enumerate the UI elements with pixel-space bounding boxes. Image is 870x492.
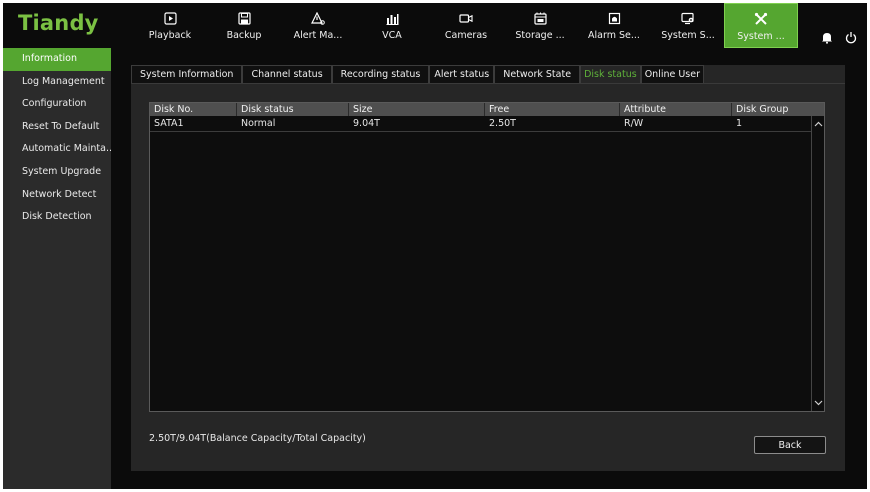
nav-cameras[interactable]: Cameras: [429, 3, 503, 48]
nav-label: Playback: [148, 30, 192, 41]
tab-channel-status[interactable]: Channel status: [242, 65, 332, 83]
tab-alert-status[interactable]: Alert status: [429, 65, 495, 83]
cell-disk-group: 1: [736, 118, 743, 129]
tab-system-information[interactable]: System Information: [131, 65, 243, 83]
cell-attribute: R/W: [624, 118, 644, 129]
sidebar-item-system-upgrade[interactable]: System Upgrade: [3, 161, 111, 184]
playback-icon: [163, 11, 177, 25]
nav-label: Alarm Se...: [588, 30, 640, 41]
nav-backup[interactable]: Backup: [207, 3, 281, 48]
sidebar-item-disk-detection[interactable]: Disk Detection: [3, 206, 111, 229]
nav-label: System S...: [661, 30, 715, 41]
nav-system-maintenance[interactable]: System ...: [724, 3, 798, 48]
sidebar-item-log-management[interactable]: Log Management: [3, 71, 111, 94]
sidebar-item-reset-to-default[interactable]: Reset To Default: [3, 116, 111, 139]
main-panel: System Information Channel status Record…: [131, 65, 845, 471]
tab-recording-status[interactable]: Recording status: [331, 65, 430, 83]
power-icon[interactable]: [845, 31, 857, 47]
cell-disk-status: Normal: [241, 118, 276, 129]
nav-alert-management[interactable]: Alert Ma...: [281, 3, 355, 48]
tools-icon: [754, 12, 768, 26]
top-nav: Playback Backup Alert Ma... VCA Cameras: [133, 3, 798, 48]
tab-online-user[interactable]: Online User: [640, 65, 705, 83]
nav-playback[interactable]: Playback: [133, 3, 207, 48]
scroll-up-icon[interactable]: [812, 118, 824, 130]
capacity-summary: 2.50T/9.04T(Balance Capacity/Total Capac…: [149, 433, 366, 444]
nav-label: Alert Ma...: [293, 30, 343, 41]
sidebar-item-configuration[interactable]: Configuration: [3, 93, 111, 116]
tab-bar: System Information Channel status Record…: [131, 65, 705, 83]
sidebar-item-automatic-maintenance[interactable]: Automatic Mainta...: [3, 138, 111, 161]
sidebar: Information Log Management Configuration…: [3, 48, 111, 489]
storage-icon: [533, 11, 547, 25]
sidebar-item-information[interactable]: Information: [3, 48, 111, 71]
top-right-tools: [821, 31, 857, 47]
sidebar-item-network-detect[interactable]: Network Detect: [3, 184, 111, 207]
back-button[interactable]: Back: [754, 436, 826, 454]
column-header-disk-no[interactable]: Disk No.: [150, 103, 237, 116]
nav-label: Backup: [226, 30, 262, 41]
camera-icon: [459, 11, 473, 25]
cell-free: 2.50T: [489, 118, 516, 129]
column-header-disk-status[interactable]: Disk status: [237, 103, 349, 116]
nav-alarm-settings[interactable]: Alarm Se...: [577, 3, 651, 48]
nav-storage[interactable]: Storage ...: [503, 3, 577, 48]
column-header-attribute[interactable]: Attribute: [620, 103, 732, 116]
disk-table: Disk No. Disk status Size Free Attribute…: [149, 102, 825, 412]
column-header-free[interactable]: Free: [485, 103, 620, 116]
column-header-disk-group[interactable]: Disk Group: [732, 103, 824, 116]
tab-disk-status[interactable]: Disk status: [580, 65, 641, 83]
table-row[interactable]: SATA1 Normal 9.04T 2.50T R/W 1: [150, 116, 812, 132]
cell-size: 9.04T: [353, 118, 380, 129]
cell-disk-no: SATA1: [154, 118, 184, 129]
app-window: Tiandy Playback Backup Alert Ma... VCA C…: [3, 3, 867, 489]
nav-label: Storage ...: [515, 30, 565, 41]
table-header: Disk No. Disk status Size Free Attribute…: [150, 103, 824, 116]
bell-icon[interactable]: [821, 31, 833, 47]
nav-system-settings[interactable]: System S...: [651, 3, 725, 48]
monitor-settings-icon: [681, 11, 695, 25]
alarm-icon: [607, 11, 621, 25]
tab-divider: [131, 83, 845, 84]
nav-label: Cameras: [444, 30, 488, 41]
nav-label: System ...: [737, 31, 785, 42]
brand-logo: Tiandy: [18, 11, 99, 35]
save-icon: [237, 11, 251, 25]
nav-vca[interactable]: VCA: [355, 3, 429, 48]
nav-label: VCA: [382, 30, 402, 41]
analytics-icon: [385, 11, 399, 25]
scroll-down-icon[interactable]: [812, 397, 824, 409]
vertical-scrollbar[interactable]: [811, 116, 824, 411]
alert-icon: [311, 11, 325, 25]
tab-network-state[interactable]: Network State: [494, 65, 581, 83]
column-header-size[interactable]: Size: [349, 103, 485, 116]
